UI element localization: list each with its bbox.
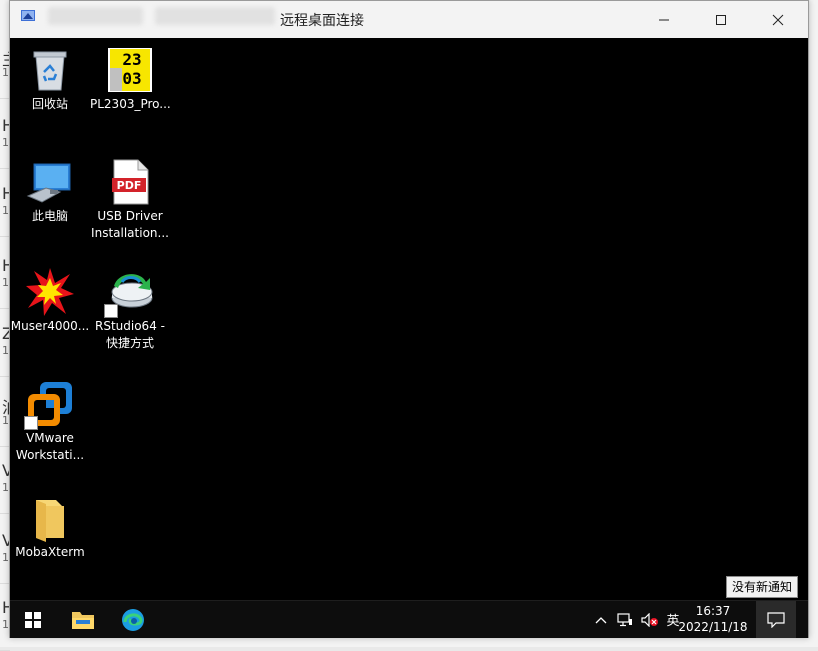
tray-volume[interactable] [638, 601, 662, 638]
tray-network[interactable] [614, 601, 636, 638]
desktop-icon-mobaxterm[interactable]: MobaXterm [10, 494, 90, 561]
desktop-icon-pl2303[interactable]: 23 03 PL2303_Pro... [90, 46, 171, 113]
pl2303-badge-bottom: 03 [122, 69, 141, 88]
start-button[interactable] [10, 601, 56, 638]
close-icon [772, 14, 784, 25]
desktop-icon-label: USB Driver Installation... [91, 209, 169, 240]
desktop-icon-label: 回收站 [31, 97, 68, 111]
maximize-button[interactable] [693, 1, 749, 38]
minimize-button[interactable] [636, 1, 692, 38]
notification-center-button[interactable] [756, 601, 796, 638]
recycle-bin-icon [33, 51, 67, 91]
desktop-icon-label: Muser4000... [10, 319, 90, 333]
desktop-icon-label: RStudio64 - 快捷方式 [95, 319, 165, 350]
remote-desktop[interactable]: 回收站 23 03 PL2303_Pro... 此电脑 PDF USB Driv… [10, 38, 808, 600]
chevron-up-icon [595, 616, 607, 623]
notification-tooltip: 没有新通知 [726, 576, 799, 598]
window-title: 远程桌面连接 [280, 13, 364, 29]
desktop-icon-rstudio64[interactable]: RStudio64 - 快捷方式 [90, 268, 170, 352]
file-explorer-icon [72, 611, 94, 629]
computer-icon [26, 163, 71, 203]
taskbar-edge[interactable] [110, 601, 156, 638]
folder-icon [36, 500, 64, 542]
tray-overflow-button[interactable] [590, 601, 612, 638]
desktop-icon-muser4000[interactable]: Muser4000... [10, 268, 90, 335]
taskbar: 英 16:37 2022/11/18 [10, 600, 808, 638]
maximize-icon [716, 14, 726, 25]
pdf-badge-text: PDF [117, 179, 142, 192]
desktop-icon-this-pc[interactable]: 此电脑 [10, 158, 90, 225]
edge-browser-icon [122, 608, 144, 631]
remote-desktop-app-icon [21, 10, 35, 21]
network-icon [617, 612, 632, 626]
desktop-icon-label: MobaXterm [15, 545, 85, 559]
muser-burst-icon [26, 268, 74, 316]
desktop-icon-vmware[interactable]: VMware Workstati... [10, 380, 90, 464]
pl2303-icon: 23 03 [108, 48, 152, 92]
shortcut-arrow-icon [24, 416, 38, 430]
pl2303-badge-top: 23 [122, 50, 141, 69]
notification-icon [767, 611, 785, 628]
blurred-region [48, 7, 143, 25]
blurred-region [155, 7, 275, 25]
volume-muted-icon [641, 612, 658, 627]
clock-date: 2022/11/18 [678, 620, 748, 634]
desktop-icon-recycle-bin[interactable]: 回收站 [10, 46, 90, 113]
title-bar[interactable]: 远程桌面连接 [10, 1, 808, 38]
minimize-icon [659, 19, 669, 20]
clock-time: 16:37 [695, 604, 731, 618]
pdf-file-icon: PDF [112, 159, 149, 205]
close-button[interactable] [750, 1, 806, 38]
shortcut-arrow-icon [104, 304, 118, 318]
taskbar-clock[interactable]: 16:37 2022/11/18 [678, 603, 748, 635]
remote-desktop-window: 远程桌面连接 回收站 23 03 PL2303_Pro... 此电脑 PDF U… [9, 0, 809, 638]
taskbar-file-explorer[interactable] [60, 601, 106, 638]
desktop-icon-label: PL2303_Pro... [90, 97, 171, 111]
windows-start-icon [25, 611, 41, 628]
desktop-icon-usb-driver-pdf[interactable]: PDF USB Driver Installation... [90, 158, 170, 242]
desktop-icon-label: 此电脑 [31, 209, 68, 223]
desktop-icon-label: VMware Workstati... [15, 431, 85, 462]
